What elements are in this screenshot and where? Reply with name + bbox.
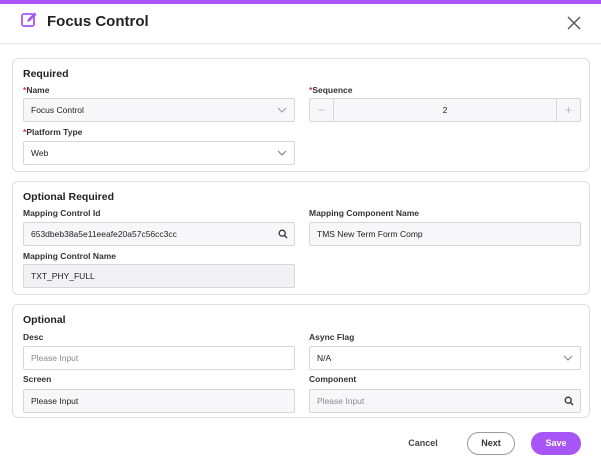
dialog-header: Focus Control <box>0 4 601 44</box>
desc-label: Desc <box>23 332 44 342</box>
async-flag-value: N/A <box>317 353 332 363</box>
component-label: Component <box>309 374 357 384</box>
mapping-control-id-value: 653dbeb38a5e11eeafe20a57c56cc3cc <box>31 229 177 239</box>
mapping-component-name-field[interactable]: TMS New Term Form Comp <box>309 222 581 246</box>
mapping-control-name-value: TXT_PHY_FULL <box>31 271 95 281</box>
save-button[interactable]: Save <box>531 432 581 455</box>
search-icon[interactable] <box>564 396 574 406</box>
name-label: *Name <box>23 85 50 95</box>
optional-section-title: Optional <box>23 314 66 326</box>
search-icon[interactable] <box>278 229 288 239</box>
async-flag-label: Async Flag <box>309 332 355 342</box>
required-section: Required *Name Focus Control *Sequence −… <box>12 58 590 172</box>
mapping-component-name-label: Mapping Component Name <box>309 208 420 218</box>
mapping-control-name-field[interactable]: TXT_PHY_FULL <box>23 264 295 288</box>
component-placeholder: Please Input <box>317 396 365 406</box>
optional-required-section: Optional Required Mapping Control Id 653… <box>12 181 590 295</box>
sequence-label: *Sequence <box>309 85 353 95</box>
sequence-increment-button[interactable]: + <box>556 99 580 121</box>
dialog-title: Focus Control <box>47 13 149 30</box>
screen-label: Screen <box>23 374 52 384</box>
mapping-component-name-value: TMS New Term Form Comp <box>317 229 423 239</box>
next-button[interactable]: Next <box>467 432 515 455</box>
mapping-control-name-label: Mapping Control Name <box>23 251 117 261</box>
screen-value: Please Input <box>31 396 79 406</box>
mapping-control-id-label: Mapping Control Id <box>23 208 101 218</box>
sequence-decrement-button[interactable]: − <box>310 99 334 121</box>
cancel-button[interactable]: Cancel <box>398 432 448 455</box>
name-select[interactable]: Focus Control <box>23 98 295 122</box>
screen-field[interactable]: Please Input <box>23 389 295 413</box>
platform-type-select[interactable]: Web <box>23 141 295 165</box>
focus-control-dialog: Focus Control Required *Name Focus Contr… <box>0 0 601 461</box>
component-field[interactable]: Please Input <box>309 389 581 413</box>
required-section-title: Required <box>23 68 69 80</box>
edit-icon <box>21 12 37 27</box>
sequence-value[interactable]: 2 <box>334 99 556 121</box>
desc-input[interactable] <box>23 346 295 370</box>
async-flag-select[interactable]: N/A <box>309 346 581 370</box>
platform-type-label: *Platform Type <box>23 127 83 137</box>
platform-type-value: Web <box>31 148 49 158</box>
name-select-value: Focus Control <box>31 105 84 115</box>
chevron-down-icon <box>563 355 573 361</box>
optional-required-section-title: Optional Required <box>23 191 115 203</box>
chevron-down-icon <box>277 107 287 113</box>
chevron-down-icon <box>277 150 287 156</box>
close-icon[interactable] <box>565 14 583 32</box>
optional-section: Optional Desc Async Flag N/A Screen Plea… <box>12 304 590 418</box>
mapping-control-id-field[interactable]: 653dbeb38a5e11eeafe20a57c56cc3cc <box>23 222 295 246</box>
sequence-stepper[interactable]: − 2 + <box>309 98 581 122</box>
